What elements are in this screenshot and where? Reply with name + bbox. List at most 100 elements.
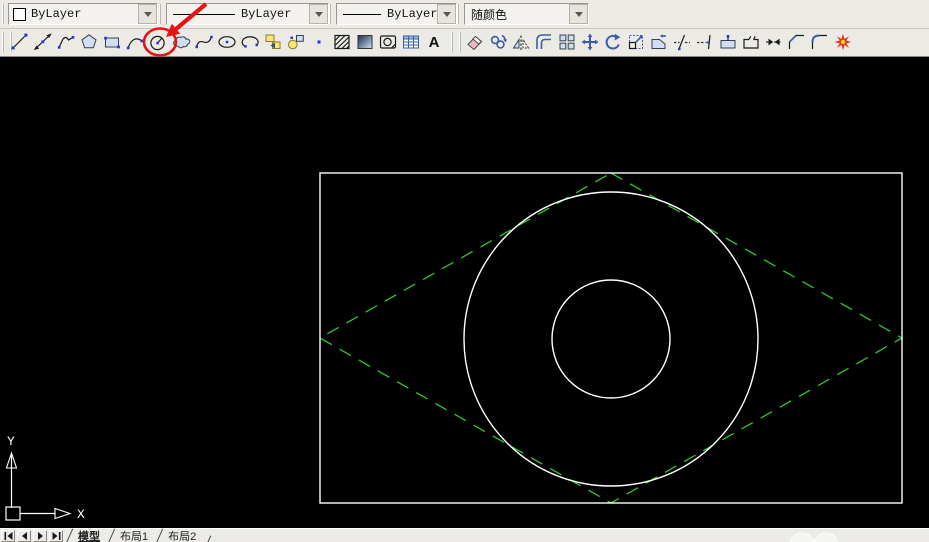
polygon-icon — [82, 35, 96, 48]
tool-scale[interactable] — [625, 30, 647, 54]
previous-tab-icon — [22, 532, 27, 540]
tool-erase[interactable] — [464, 30, 486, 54]
tool-insert-block[interactable] — [262, 30, 284, 54]
drawn-rectangle[interactable] — [320, 173, 902, 503]
tool-move[interactable] — [579, 30, 601, 54]
drawing-canvas[interactable]: Y X — [0, 57, 929, 528]
circle-icon — [151, 36, 164, 49]
tool-table[interactable] — [400, 30, 422, 54]
tool-ellipse-arc[interactable] — [239, 30, 261, 54]
drawn-inner-circle[interactable] — [552, 280, 670, 398]
plotstyle-control-value: 随颜色 — [471, 6, 569, 23]
make-block-icon — [289, 36, 304, 49]
tab-layout1[interactable]: 布局1 — [110, 529, 158, 542]
last-tab-button[interactable] — [49, 530, 63, 542]
tab-navigation-buttons — [0, 530, 64, 542]
break-icon — [744, 36, 758, 48]
lineweight-sample — [343, 14, 381, 15]
first-tab-icon — [4, 532, 12, 540]
tool-construction-line[interactable] — [32, 30, 54, 54]
ellipse-icon — [219, 37, 235, 48]
stretch-icon — [652, 34, 666, 48]
insert-block-icon — [266, 35, 280, 49]
tool-join[interactable] — [763, 30, 785, 54]
tool-break[interactable] — [740, 30, 762, 54]
chevron-down-icon[interactable] — [437, 4, 456, 24]
tool-extend[interactable] — [694, 30, 716, 54]
tool-fillet[interactable] — [809, 30, 831, 54]
mirror-icon — [514, 36, 529, 51]
lineweight-control-value: ByLayer — [387, 7, 437, 21]
tool-rectangle[interactable] — [101, 30, 123, 54]
tool-multiline-text[interactable]: A — [423, 30, 445, 54]
tab-model[interactable]: 模型 — [68, 529, 110, 542]
construction-line-icon — [34, 34, 52, 51]
plotstyle-control-dropdown[interactable]: 随颜色 — [464, 3, 589, 25]
watermark — [774, 529, 844, 542]
first-tab-button[interactable] — [1, 530, 15, 542]
tool-array[interactable] — [556, 30, 578, 54]
tool-trim[interactable] — [671, 30, 693, 54]
tool-line[interactable] — [9, 30, 31, 54]
next-tab-button[interactable] — [33, 530, 47, 542]
explode-icon — [835, 34, 851, 50]
arc-icon — [127, 39, 143, 49]
rotate-icon — [607, 34, 621, 49]
tool-arc[interactable] — [124, 30, 146, 54]
linetype-control-value: ByLayer — [241, 7, 309, 21]
svg-text:A: A — [429, 34, 440, 51]
break-at-point-icon — [721, 35, 735, 48]
multiline-text-icon: A — [429, 34, 440, 51]
tool-polyline[interactable] — [55, 30, 77, 54]
ucs-x-label: X — [77, 507, 85, 522]
spline-icon — [196, 36, 213, 48]
join-icon — [766, 39, 782, 46]
drawn-outer-circle[interactable] — [464, 192, 758, 486]
scale-icon — [630, 35, 643, 48]
tool-make-block[interactable] — [285, 30, 307, 54]
lineweight-control-dropdown[interactable]: ByLayer — [336, 3, 457, 25]
point-icon — [318, 41, 321, 44]
tool-stretch[interactable] — [648, 30, 670, 54]
tool-spline[interactable] — [193, 30, 215, 54]
line-icon — [12, 34, 28, 50]
tool-point[interactable] — [308, 30, 330, 54]
tool-gradient[interactable] — [354, 30, 376, 54]
move-icon — [582, 34, 599, 51]
tool-mirror[interactable] — [510, 30, 532, 54]
next-tab-icon — [38, 532, 43, 540]
extend-icon — [697, 35, 710, 49]
chamfer-icon — [790, 36, 805, 50]
tool-revision-cloud[interactable] — [170, 30, 192, 54]
tool-break-at-point[interactable] — [717, 30, 739, 54]
tool-explode[interactable] — [832, 30, 854, 54]
tool-copy[interactable] — [487, 30, 509, 54]
color-control-value: ByLayer — [31, 7, 138, 21]
polyline-icon — [58, 36, 75, 49]
color-swatch — [13, 8, 26, 21]
erase-icon — [468, 37, 482, 50]
chevron-down-icon[interactable] — [309, 4, 328, 24]
chevron-down-icon[interactable] — [569, 4, 588, 24]
fillet-icon — [813, 36, 828, 50]
tool-chamfer[interactable] — [786, 30, 808, 54]
ellipse-arc-icon — [242, 37, 258, 48]
tool-ellipse[interactable] — [216, 30, 238, 54]
tool-polygon[interactable] — [78, 30, 100, 54]
tool-hatch[interactable] — [331, 30, 353, 54]
tool-region[interactable] — [377, 30, 399, 54]
tool-offset[interactable] — [533, 30, 555, 54]
tab-layout2[interactable]: 布局2 — [158, 529, 206, 542]
color-control-dropdown[interactable]: ByLayer — [8, 3, 158, 25]
tool-circle[interactable] — [147, 30, 169, 54]
chevron-down-icon[interactable] — [138, 4, 157, 24]
ucs-icon: Y X — [6, 434, 85, 522]
previous-tab-button[interactable] — [17, 530, 31, 542]
linetype-control-dropdown[interactable]: ByLayer — [166, 3, 329, 25]
toolbar-grip[interactable] — [451, 32, 461, 52]
ucs-y-label: Y — [7, 434, 15, 449]
copy-icon — [492, 36, 507, 48]
hatch-icon — [335, 36, 349, 49]
drawn-diamond[interactable] — [320, 173, 902, 503]
tool-rotate[interactable] — [602, 30, 624, 54]
